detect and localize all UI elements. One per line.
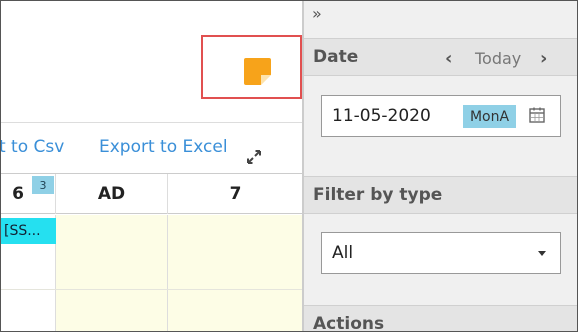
table-column-cells[interactable] — [56, 215, 168, 331]
filter-section-header: Filter by type — [304, 176, 577, 214]
app-frame: rt to Csv Export to Excel 6 3 AD 7 [SS..… — [0, 0, 578, 332]
date-section-header: Date ‹ Today › — [304, 38, 577, 77]
date-value: 11-05-2020 — [332, 106, 431, 126]
caret-down-icon — [538, 251, 546, 256]
export-csv-link[interactable]: rt to Csv — [1, 137, 64, 157]
row-divider — [1, 289, 303, 290]
table-header-row: 6 3 AD 7 — [1, 174, 303, 214]
grid-panel: rt to Csv Export to Excel 6 3 AD 7 [SS..… — [1, 122, 303, 331]
date-input[interactable]: 11-05-2020 MonA — [321, 95, 561, 137]
date-section-title: Date — [313, 47, 359, 67]
table-column-cells[interactable]: [SS... — [1, 215, 56, 331]
count-badge: 3 — [32, 176, 54, 194]
filter-selected-value: All — [332, 243, 354, 263]
column-header[interactable]: AD — [56, 174, 168, 214]
today-button[interactable]: Today — [475, 39, 521, 77]
chevron-left-icon[interactable]: ‹ — [445, 39, 452, 77]
schedule-table: 6 3 AD 7 [SS... — [1, 173, 303, 331]
column-header[interactable]: 7 — [168, 174, 303, 214]
event-chip[interactable]: [SS... — [1, 218, 56, 244]
table-column-cells[interactable] — [168, 215, 303, 331]
actions-section-header: Actions — [304, 305, 577, 332]
filter-type-select[interactable]: All — [321, 232, 561, 274]
chevron-right-icon[interactable]: › — [540, 39, 547, 77]
actions-section-title: Actions — [313, 314, 385, 332]
double-chevron-right-icon[interactable]: » — [312, 4, 322, 23]
grid-toolbar: rt to Csv Export to Excel — [1, 133, 301, 166]
day-chip: MonA — [463, 105, 516, 128]
main-area: rt to Csv Export to Excel 6 3 AD 7 [SS..… — [1, 1, 303, 331]
filter-section-title: Filter by type — [313, 185, 443, 205]
expand-icon[interactable] — [245, 148, 263, 166]
calendar-icon[interactable] — [528, 106, 546, 124]
right-sidebar: » Date ‹ Today › 11-05-2020 MonA Filter … — [302, 1, 577, 332]
export-excel-link[interactable]: Export to Excel — [99, 137, 228, 157]
